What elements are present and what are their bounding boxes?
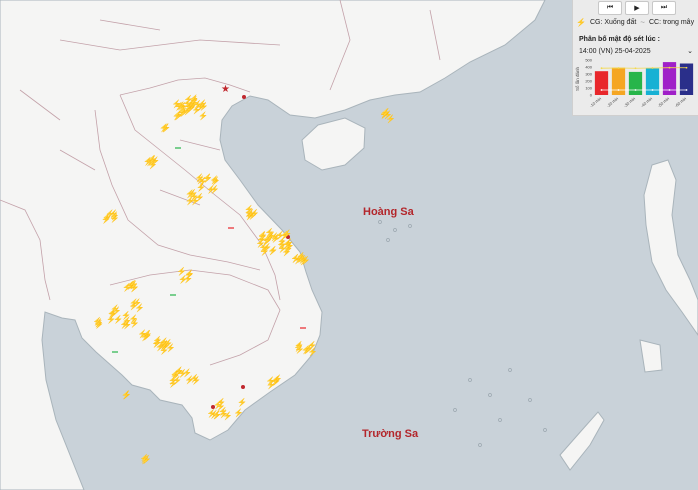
y-tick-label: 500: [585, 58, 592, 63]
density-chart: Số lần đánh 500 400 300 200 100 0-10 min -20 mi…: [575, 58, 694, 108]
x-tick-label: -30 min: [623, 96, 636, 108]
lightning-strike-icon: ⚡: [140, 332, 150, 342]
play-button[interactable]: ▶: [625, 1, 649, 15]
cc-trend-line-point: [668, 89, 671, 91]
x-tick-label: -10 min: [589, 96, 602, 108]
cc-trend-line-point: [651, 89, 654, 91]
lightning-strike-icon: ⚡: [179, 107, 189, 117]
y-tick-label: 400: [585, 65, 592, 70]
y-tick-label: 100: [585, 86, 592, 91]
lightning-strike-icon: ⚡: [122, 282, 132, 292]
lightning-strike-icon: ⚡: [174, 366, 184, 376]
y-tick-label: 0: [590, 93, 593, 98]
skip-forward-button[interactable]: ⏭: [652, 1, 676, 15]
lightning-strike-icon: ⚡: [168, 378, 178, 388]
capital-star-icon: ★: [221, 84, 230, 95]
cc-trend-line-point: [600, 89, 603, 91]
lightning-strike-icon: ⚡: [192, 105, 202, 115]
skip-back-icon: ⏮: [606, 4, 614, 11]
chevron-down-icon: ⌄: [687, 48, 693, 55]
cg-trend-line-point: [668, 66, 671, 69]
lightning-strike-icon: ⚡: [295, 344, 305, 354]
lightning-strike-icon: ⚡: [246, 208, 256, 218]
lightning-strike-icon: ⚡: [135, 303, 145, 313]
lightning-strike-icon: ⚡: [271, 375, 281, 385]
time-select[interactable]: 14:00 (VN) 25-04-2025 ⌄: [579, 46, 693, 56]
panel-title: Phân bố mật độ sét lúc :: [579, 36, 660, 43]
lightning-strike-icon: ⚡: [159, 122, 169, 132]
legend: ⚡ CG: Xuống đất ~ CC: trong mây: [576, 18, 694, 27]
cg-trend-line-point: [685, 66, 688, 69]
lightning-strike-icon: ⚡: [94, 318, 104, 328]
y-axis-label: Số lần đánh: [575, 66, 580, 91]
lightning-strike-icon: ⚡: [190, 195, 200, 205]
sea-label-paracel: Hoàng Sa: [363, 206, 414, 218]
density-bar: [628, 71, 643, 95]
x-tick-label: -60 min: [674, 96, 687, 108]
lightning-strike-icon: ⚡: [282, 229, 292, 239]
skip-back-button[interactable]: ⏮: [598, 1, 622, 15]
legend-cg-label: CG: Xuống đất: [589, 19, 637, 26]
x-tick-label: -20 min: [606, 96, 619, 108]
cc-trend-line-point: [617, 89, 620, 91]
lightning-strike-icon: ⚡: [172, 99, 182, 109]
lightning-strike-icon: ⚡: [381, 107, 391, 117]
lightning-strike-icon: ⚡: [196, 174, 206, 184]
lightning-strike-icon: ⚡: [166, 343, 176, 353]
lightning-panel: ⏮ ▶ ⏭ ⚡ CG: Xuống đất ~ CC: trong mây Ph…: [572, 0, 698, 116]
skip-forward-icon: ⏭: [660, 4, 668, 11]
lightning-strike-icon: ⚡: [263, 234, 273, 244]
lightning-strike-icon: ⚡: [260, 246, 270, 256]
lightning-strike-icon: ⚡: [107, 308, 117, 318]
cc-trend-line-point: [634, 89, 637, 91]
x-tick-label: -40 min: [640, 96, 653, 108]
lightning-strike-icon: ⚡: [210, 184, 220, 194]
density-bar: [645, 68, 660, 95]
lightning-strike-icon: ⚡: [122, 316, 132, 326]
x-tick-label: -50 min: [657, 96, 670, 108]
sea-label-spratly: Trường Sa: [362, 428, 419, 440]
cg-trend-line-point: [617, 67, 620, 69]
time-select-value: 14:00 (VN) 25-04-2025: [579, 47, 651, 55]
lightning-strike-icon: ⚡: [237, 397, 247, 407]
density-bar: [594, 71, 609, 95]
lightning-strike-icon: ⚡: [121, 389, 131, 399]
city-dot: [241, 385, 245, 389]
cc-trend-line-point: [685, 89, 688, 91]
cg-trend-line-point: [651, 67, 654, 69]
lightning-strike-icon: ⚡: [140, 453, 150, 463]
lightning-strike-icon: ⚡: [277, 239, 287, 249]
y-tick-label: 200: [585, 79, 592, 84]
cg-trend-line-point: [600, 67, 603, 70]
lightning-strike-icon: ⚡: [178, 274, 188, 284]
city-dot: [242, 95, 246, 99]
y-tick-label: 300: [585, 72, 592, 77]
cg-bolt-icon: ⚡: [576, 18, 586, 27]
cg-trend-line-point: [634, 67, 637, 70]
lightning-strike-icon: ⚡: [148, 154, 158, 164]
lightning-strike-icon: ⚡: [207, 408, 217, 418]
lightning-strike-icon: ⚡: [234, 408, 244, 418]
lightning-strike-icon: ⚡: [105, 208, 115, 218]
legend-cc-label: CC: trong mây: [648, 19, 695, 26]
lightning-strike-icon: ⚡: [308, 346, 318, 356]
lightning-strike-icon: ⚡: [291, 253, 301, 263]
cc-wave-icon: ~: [640, 18, 645, 27]
play-icon: ▶: [634, 5, 640, 12]
density-bar: [611, 67, 626, 95]
